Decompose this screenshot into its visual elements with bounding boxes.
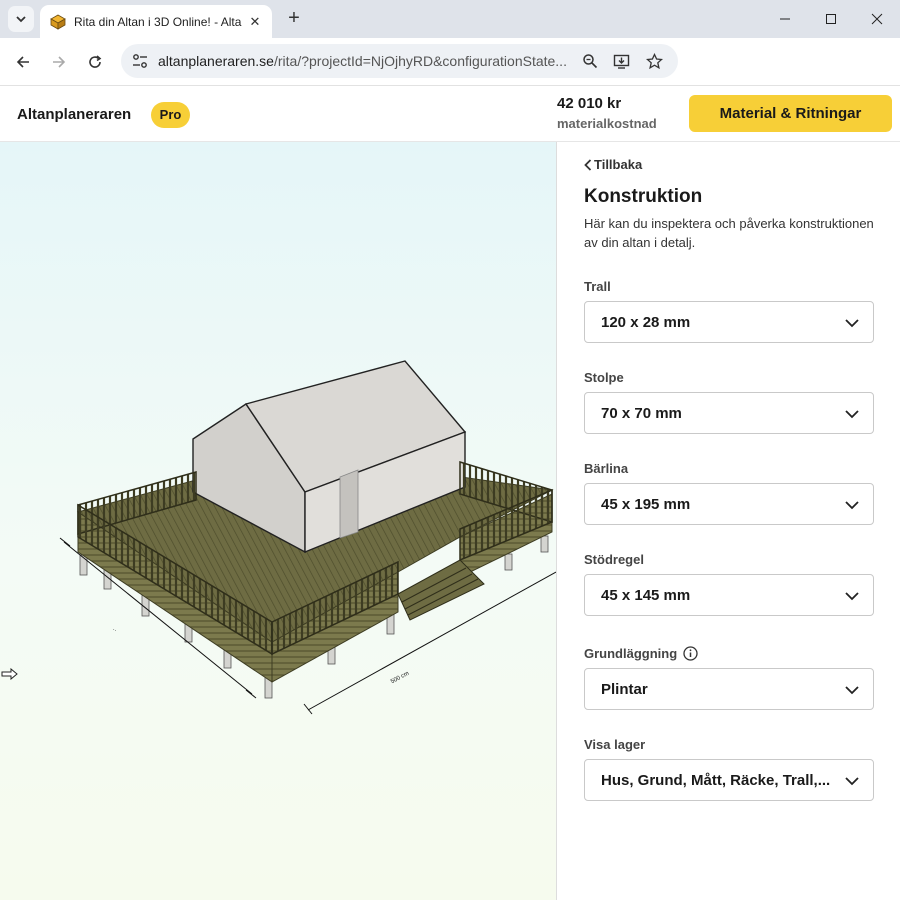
dimension-label-side: ·· [111,627,118,634]
select-value: 120 x 28 mm [601,314,691,331]
chevron-left-icon [584,158,592,171]
url-text: altanplaneraren.se/rita/?projectId=NjOjh… [158,53,567,69]
field-label-text: Grundläggning [584,646,678,661]
back-label: Tillbaka [594,157,643,172]
select-value: 70 x 70 mm [601,405,682,422]
chevron-down-icon [845,319,859,328]
chevron-down-icon [845,686,859,695]
3d-viewport[interactable]: 500 cm ·· [0,142,556,900]
site-settings-icon[interactable] [131,52,149,70]
field-label-trall: Trall [584,279,611,294]
forward-icon[interactable] [45,48,73,76]
maximize-icon[interactable] [808,0,854,38]
tab-search-icon[interactable] [8,6,34,32]
chevron-down-icon [845,777,859,786]
panel-title: Konstruktion [584,186,703,207]
material-price: 42 010 kr [557,95,622,112]
stolpe-select[interactable]: 70 x 70 mm [584,392,874,434]
window-close-icon[interactable] [854,0,900,38]
dimension-label: 500 cm [390,671,410,686]
field-label-stolpe: Stolpe [584,370,624,385]
minimize-icon[interactable] [762,0,808,38]
field-label-visa-lager: Visa lager [584,737,646,752]
pro-badge: Pro [151,102,190,128]
stodregel-select[interactable]: 45 x 145 mm [584,574,874,616]
chevron-down-icon [845,410,859,419]
field-label-stodregel: Stödregel [584,552,644,567]
browser-tab-bar: Rita din Altan i 3D Online! - Alta ✕ + [0,0,900,38]
brand-name[interactable]: Altanplaneraren [17,106,131,123]
browser-tab[interactable]: Rita din Altan i 3D Online! - Alta ✕ [40,5,272,38]
reload-icon[interactable] [81,48,109,76]
trall-select[interactable]: 120 x 28 mm [584,301,874,343]
material-drawings-button[interactable]: Material & Ritningar [689,95,892,132]
select-value: 45 x 145 mm [601,587,691,604]
field-label-grundlaggning: Grundläggning [584,646,698,661]
select-value: Hus, Grund, Mått, Räcke, Trall,... [601,772,831,789]
back-icon[interactable] [9,48,37,76]
star-icon[interactable] [645,52,663,70]
resize-handle-icon[interactable] [1,668,19,680]
select-value: Plintar [601,681,648,698]
deck-3d-model[interactable]: 500 cm ·· [0,142,556,900]
back-link[interactable]: Tillbaka [584,157,642,172]
favicon-icon [50,14,66,30]
plus-icon[interactable]: + [282,7,306,31]
browser-toolbar: altanplaneraren.se/rita/?projectId=NjOjh… [0,38,900,86]
panel-description: Här kan du inspektera och påverka konstr… [584,216,874,250]
info-icon[interactable] [683,646,698,661]
field-label-barlina: Bärlina [584,461,629,476]
app-header: Altanplaneraren Pro 42 010 kr materialko… [0,87,900,142]
close-icon[interactable]: ✕ [246,14,264,30]
construction-panel: Tillbaka Konstruktion Här kan du inspekt… [556,142,900,900]
price-caption: materialkostnad [557,116,657,131]
chevron-down-icon [845,592,859,601]
barlina-select[interactable]: 45 x 195 mm [584,483,874,525]
install-app-icon[interactable] [612,52,630,70]
tab-title: Rita din Altan i 3D Online! - Alta [74,14,242,29]
zoom-icon[interactable] [581,52,599,70]
address-bar[interactable]: altanplaneraren.se/rita/?projectId=NjOjh… [121,44,678,78]
grundlaggning-select[interactable]: Plintar [584,668,874,710]
chevron-down-icon [845,501,859,510]
visa-lager-select[interactable]: Hus, Grund, Mått, Räcke, Trall,... [584,759,874,801]
select-value: 45 x 195 mm [601,496,691,513]
